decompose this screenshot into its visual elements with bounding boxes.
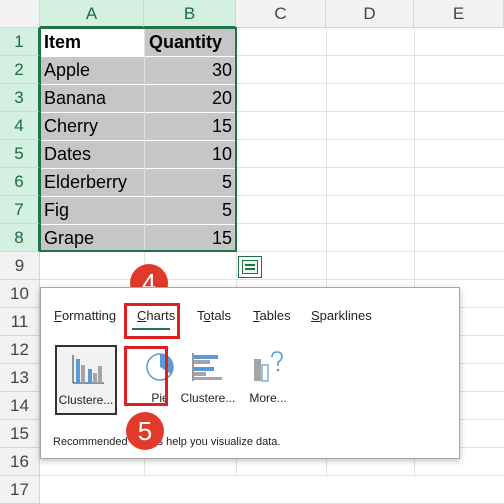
tab-formatting[interactable]: Formatting xyxy=(54,308,116,323)
row-header-7[interactable]: 7 xyxy=(0,196,40,224)
pie-tile-highlight xyxy=(124,346,168,406)
tab-sparklines[interactable]: Sparklines xyxy=(311,308,372,323)
charts-tab-highlight xyxy=(124,303,180,339)
column-header-b[interactable]: B xyxy=(144,0,236,28)
column-header-c[interactable]: C xyxy=(236,0,326,28)
tab-tables[interactable]: Tables xyxy=(253,308,291,323)
row-header-5[interactable]: 5 xyxy=(0,140,40,168)
select-all-corner[interactable] xyxy=(0,0,40,28)
cell-a5[interactable]: Dates xyxy=(40,141,144,168)
tile-label: Clustere... xyxy=(58,393,114,407)
cell-b2[interactable]: 30 xyxy=(145,57,236,84)
quick-analysis-button[interactable] xyxy=(238,256,262,278)
quick-analysis-icon xyxy=(242,260,258,274)
clustered-column-chart-tile[interactable]: Clustere... xyxy=(55,345,117,415)
row-header-14[interactable]: 14 xyxy=(0,392,40,420)
column-header-d[interactable]: D xyxy=(326,0,414,28)
cell-b7[interactable]: 5 xyxy=(145,197,236,224)
cell-b3[interactable]: 20 xyxy=(145,85,236,112)
row-header-9[interactable]: 9 xyxy=(0,252,40,280)
cell-a3[interactable]: Banana xyxy=(40,85,144,112)
row-header-3[interactable]: 3 xyxy=(0,84,40,112)
gridline xyxy=(40,279,504,280)
row-header-6[interactable]: 6 xyxy=(0,168,40,196)
row-header-4[interactable]: 4 xyxy=(0,112,40,140)
clustered-bar-chart-tile[interactable]: Clustere... xyxy=(177,345,239,415)
cell-b8[interactable]: 15 xyxy=(145,225,236,252)
row-header-11[interactable]: 11 xyxy=(0,308,40,336)
cell-a7[interactable]: Fig xyxy=(40,197,144,224)
panel-hint-text: Recommended Charts help you visualize da… xyxy=(53,436,281,448)
cell-b5[interactable]: 10 xyxy=(145,141,236,168)
tile-label: Clustere... xyxy=(180,391,236,405)
row-header-1[interactable]: 1 xyxy=(0,28,40,56)
row-header-15[interactable]: 15 xyxy=(0,420,40,448)
row-header-2[interactable]: 2 xyxy=(0,56,40,84)
cell-a1-item-header[interactable]: Item xyxy=(40,29,144,56)
tile-label: More... xyxy=(249,391,287,405)
column-header-e[interactable]: E xyxy=(414,0,504,28)
clustered-column-chart-icon xyxy=(72,355,104,384)
quick-analysis-panel: Formatting Charts Totals Tables Sparklin… xyxy=(40,287,460,459)
column-header-a[interactable]: A xyxy=(40,0,144,28)
cell-b4[interactable]: 15 xyxy=(145,113,236,140)
cell-a2[interactable]: Apple xyxy=(40,57,144,84)
cell-a6[interactable]: Elderberry xyxy=(40,169,144,196)
row-header-13[interactable]: 13 xyxy=(0,364,40,392)
cell-a8[interactable]: Grape xyxy=(40,225,144,252)
row-header-10[interactable]: 10 xyxy=(0,280,40,308)
cell-a4[interactable]: Cherry xyxy=(40,113,144,140)
row-header-17[interactable]: 17 xyxy=(0,476,40,504)
row-header-8[interactable]: 8 xyxy=(0,224,40,252)
row-header-16[interactable]: 16 xyxy=(0,448,40,476)
clustered-bar-chart-icon xyxy=(192,353,222,381)
step-5-badge: 5 xyxy=(126,412,164,450)
cell-b1-quantity-header[interactable]: Quantity xyxy=(145,29,236,56)
cell-b6[interactable]: 5 xyxy=(145,169,236,196)
tab-totals[interactable]: Totals xyxy=(197,308,231,323)
more-charts-tile[interactable]: More... xyxy=(237,345,299,415)
more-charts-icon xyxy=(254,351,283,382)
row-header-12[interactable]: 12 xyxy=(0,336,40,364)
